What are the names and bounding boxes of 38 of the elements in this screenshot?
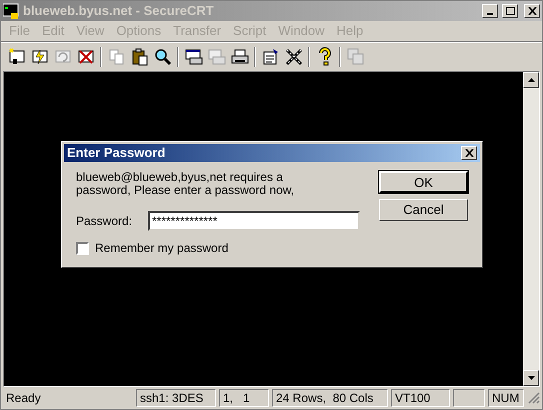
ok-button[interactable]: OK bbox=[379, 171, 468, 193]
properties-icon bbox=[260, 47, 280, 67]
printer-screen-icon bbox=[184, 47, 204, 67]
scroll-down-icon bbox=[528, 376, 534, 380]
empty-status-pane bbox=[453, 389, 485, 407]
status-pane: VT100 bbox=[391, 389, 450, 407]
terminal-lock-icon bbox=[3, 3, 19, 19]
close-icon bbox=[464, 149, 474, 157]
clipboard-icon bbox=[130, 47, 150, 67]
password-label: Password: bbox=[76, 213, 134, 230]
maximize-button[interactable] bbox=[502, 4, 518, 18]
maximize-icon bbox=[506, 7, 514, 15]
window-title: blueweb.byus.net - SecureCRT bbox=[23, 2, 215, 20]
scroll-up-icon bbox=[528, 78, 534, 82]
scrollbar[interactable] bbox=[523, 72, 539, 386]
status-pane: 1, 1 bbox=[219, 389, 269, 407]
search-icon bbox=[152, 47, 172, 67]
windows-icon bbox=[346, 47, 366, 67]
dialog-message: blueweb@blueweb,byus,net requires a password, Please enter a password now, bbox=[76, 171, 296, 197]
status-pane: 24 Rows, 80 Cols bbox=[272, 389, 388, 407]
remember-checkbox[interactable] bbox=[76, 242, 89, 254]
connect-icon bbox=[6, 47, 26, 67]
remember-label: Remember my password bbox=[95, 240, 228, 257]
status-text: Ready bbox=[5, 390, 42, 407]
tools-icon bbox=[284, 47, 304, 67]
lightning-icon bbox=[30, 47, 50, 67]
resize-grip-icon bbox=[528, 392, 540, 404]
copy-icon bbox=[106, 47, 126, 67]
close-button[interactable] bbox=[524, 4, 540, 18]
status-pane: ssh1: 3DES bbox=[136, 389, 216, 407]
printer-selection-icon bbox=[206, 47, 226, 67]
cancel-button[interactable]: Cancel bbox=[379, 199, 468, 221]
password-field[interactable]: ************** bbox=[148, 211, 360, 231]
minimize-button[interactable] bbox=[482, 4, 498, 18]
close-icon bbox=[528, 7, 536, 15]
dialog-title: Enter Password bbox=[67, 144, 166, 162]
dialog-close-button[interactable] bbox=[461, 146, 477, 160]
status-pane: NUM bbox=[488, 389, 524, 407]
